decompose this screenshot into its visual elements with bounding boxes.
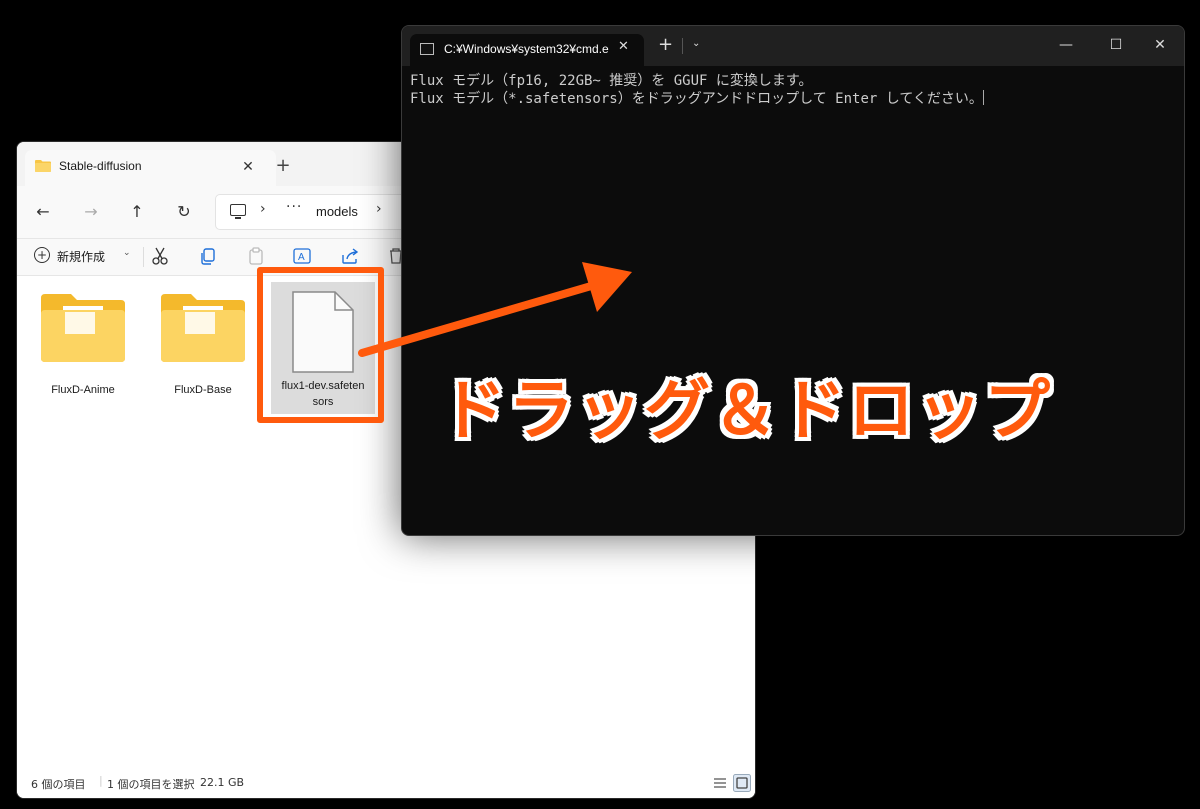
drag-and-drop-label: ドラッグ＆ドロップ (440, 372, 1052, 449)
